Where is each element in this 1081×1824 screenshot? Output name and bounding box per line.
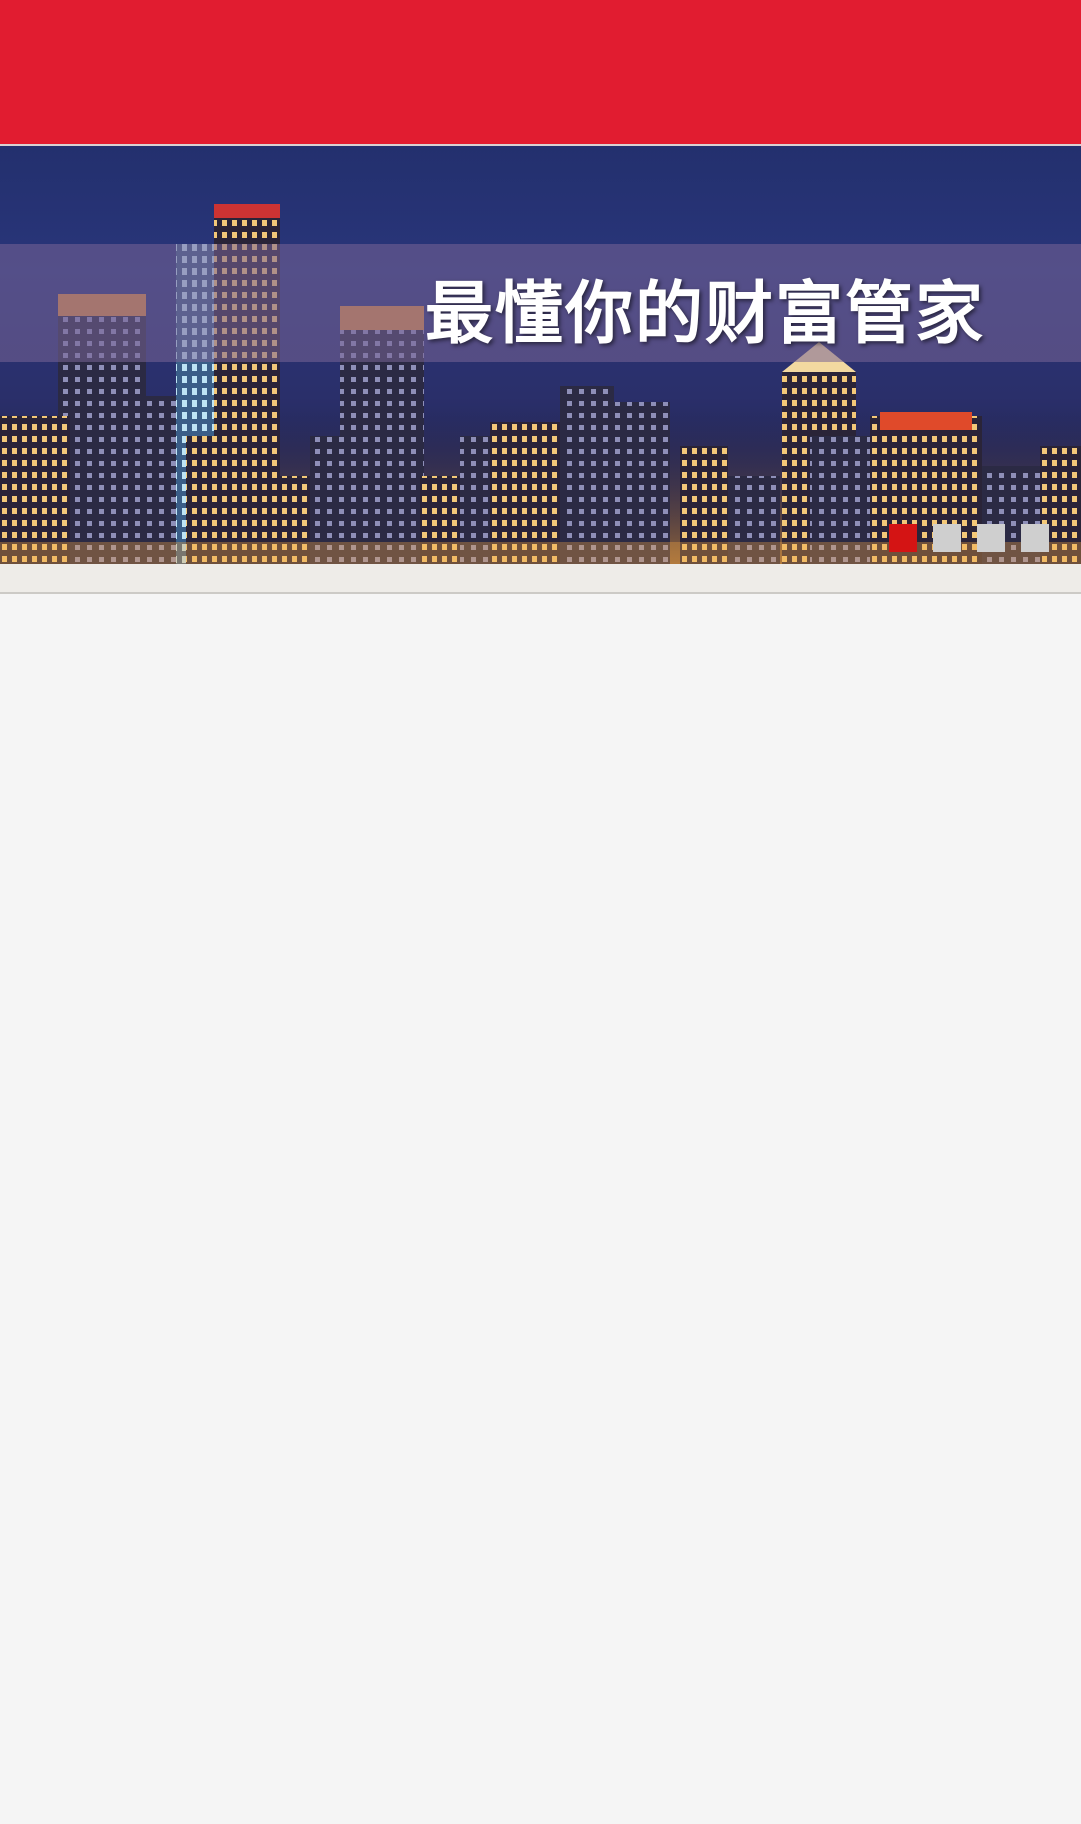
carousel-dot-2[interactable] <box>933 524 961 552</box>
top-header-bar <box>0 0 1081 146</box>
carousel-dot-1[interactable] <box>889 524 917 552</box>
main-content-area <box>0 594 1081 1824</box>
carousel-banner[interactable]: 最懂你的财富管家 <box>0 146 1081 564</box>
banner-slogan: 最懂你的财富管家 <box>424 275 985 354</box>
carousel-indicators <box>889 524 1049 552</box>
carousel-dot-3[interactable] <box>977 524 1005 552</box>
carousel-dot-4[interactable] <box>1021 524 1049 552</box>
banner-footer-strip <box>0 564 1081 594</box>
